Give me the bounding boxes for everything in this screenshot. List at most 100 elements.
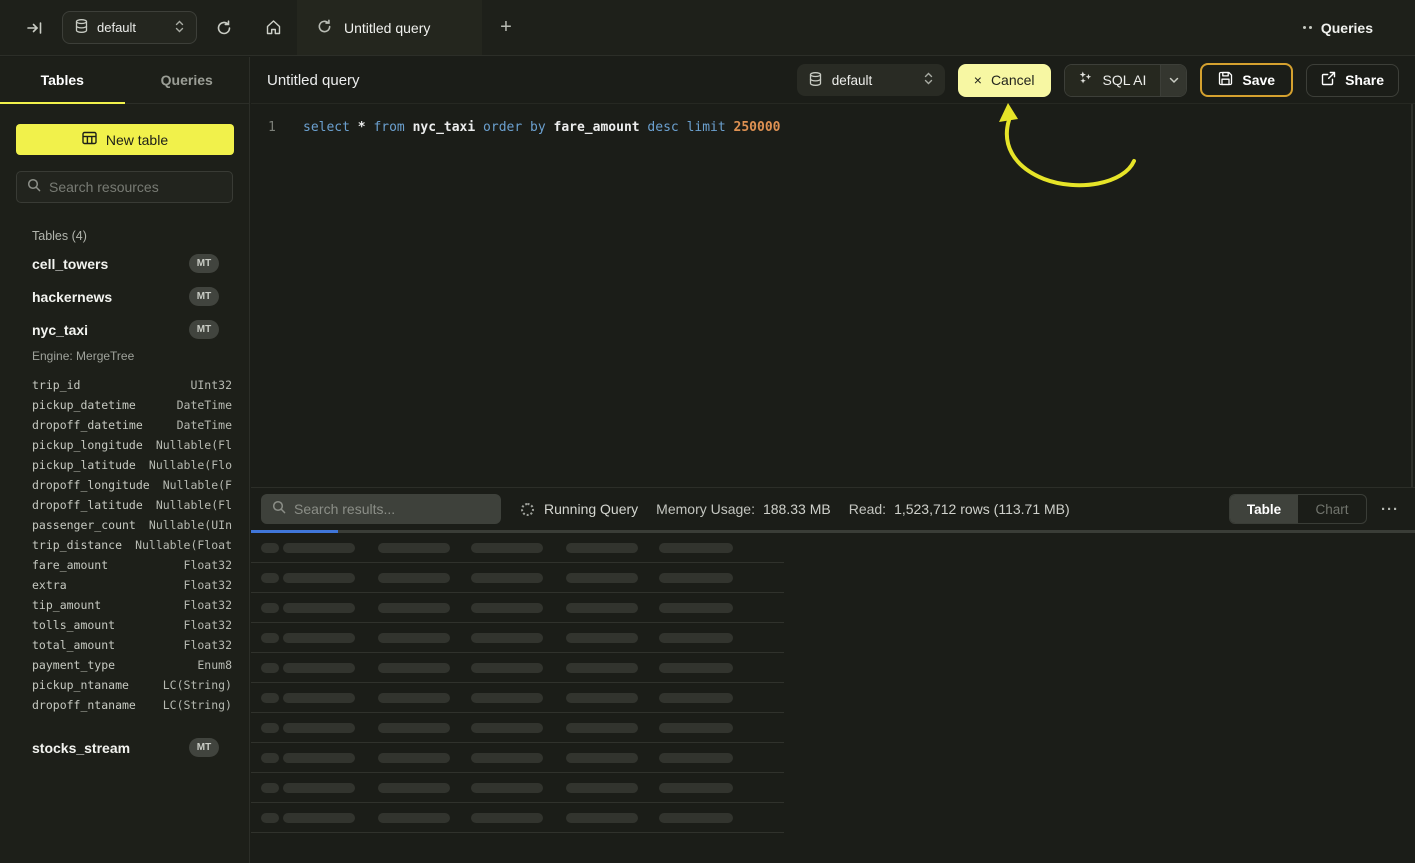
share-button[interactable]: Share — [1306, 64, 1399, 97]
skeleton-cell — [261, 603, 279, 613]
column-name: trip_id — [32, 378, 80, 392]
tables-list: cell_towersMThackernewsMTnyc_taxiMTEngin… — [0, 247, 249, 764]
save-icon — [1218, 71, 1233, 89]
engine-badge: MT — [189, 287, 219, 306]
column-row: dropoff_latitudeNullable(Fl — [0, 495, 249, 515]
sidebar-tab-tables[interactable]: Tables — [0, 57, 125, 103]
column-row: trip_idUInt32 — [0, 375, 249, 395]
database-icon — [75, 19, 88, 36]
skeleton-cell — [566, 633, 638, 643]
search-resources-input[interactable] — [49, 179, 230, 195]
save-button[interactable]: Save — [1200, 63, 1293, 97]
table-name: cell_towers — [32, 256, 108, 272]
skeleton-cell — [261, 573, 279, 583]
search-resources[interactable] — [16, 171, 233, 203]
skeleton-cell — [659, 813, 733, 823]
sidebar-tab-queries[interactable]: Queries — [125, 57, 250, 103]
table-row-stocks_stream[interactable]: stocks_stream MT — [0, 731, 249, 764]
column-name: tolls_amount — [32, 618, 115, 632]
skeleton-cell — [471, 633, 543, 643]
sql-ai-label: SQL AI — [1103, 72, 1147, 88]
skeleton-cell — [283, 783, 355, 793]
skeleton-cell — [659, 783, 733, 793]
table-row-cell_towers[interactable]: cell_towers MT — [0, 247, 249, 280]
skeleton-cell — [566, 693, 638, 703]
sql-ai-button[interactable]: SQL AI — [1064, 64, 1188, 97]
table-name: nyc_taxi — [32, 322, 88, 338]
database-selector[interactable]: default — [62, 11, 197, 44]
column-name: dropoff_datetime — [32, 418, 143, 432]
sql-token: limit — [687, 120, 726, 135]
table-row-nyc_taxi[interactable]: nyc_taxi MT — [0, 313, 249, 346]
query-database-selector[interactable]: default — [797, 64, 945, 96]
tab-label: Untitled query — [344, 20, 430, 36]
new-tab-button[interactable]: + — [482, 0, 530, 55]
skeleton-cell — [378, 813, 450, 823]
skeleton-cell — [659, 633, 733, 643]
more-options-icon[interactable]: ··· — [1379, 501, 1401, 518]
cancel-button[interactable]: × Cancel — [958, 64, 1051, 97]
sql-ai-main[interactable]: SQL AI — [1065, 65, 1161, 96]
column-name: pickup_ntaname — [32, 678, 129, 692]
skeleton-cell — [261, 783, 279, 793]
column-type: Float32 — [184, 638, 232, 652]
results-toolbar: Running Query Memory Usage: 188.33 MB Re… — [251, 488, 1415, 530]
view-toggle: Table Chart — [1229, 494, 1367, 524]
sql-editor[interactable]: 1select * from nyc_taxi order by fare_am… — [251, 104, 1415, 487]
skeleton-cell — [659, 723, 733, 733]
sql-ai-dropdown-button[interactable] — [1160, 65, 1186, 96]
collapse-sidebar-icon[interactable] — [22, 15, 48, 41]
view-toggle-chart[interactable]: Chart — [1298, 495, 1366, 523]
results-panel: Running Query Memory Usage: 188.33 MB Re… — [251, 487, 1415, 833]
sql-token: order — [483, 120, 522, 135]
read-value: 1,523,712 rows (113.71 MB) — [894, 501, 1070, 517]
home-button[interactable] — [250, 0, 297, 55]
skeleton-cell — [566, 603, 638, 613]
search-results-input[interactable] — [294, 501, 490, 517]
column-row: dropoff_datetimeDateTime — [0, 415, 249, 435]
skeleton-row — [251, 533, 784, 563]
column-type: Nullable(Fl — [156, 438, 232, 452]
sql-token: 250000 — [734, 120, 781, 135]
table-row-hackernews[interactable]: hackernewsMT — [0, 280, 249, 313]
sparkle-icon — [1079, 71, 1094, 89]
column-type: Float32 — [184, 618, 232, 632]
column-type: Float32 — [184, 558, 232, 572]
skeleton-cell — [261, 543, 279, 553]
engine-badge: MT — [189, 254, 219, 273]
skeleton-cell — [471, 813, 543, 823]
sql-token: from — [373, 120, 404, 135]
sql-token: select — [303, 120, 350, 135]
skeleton-row — [251, 623, 784, 653]
skeleton-cell — [283, 693, 355, 703]
refresh-icon[interactable] — [211, 15, 237, 41]
column-type: Nullable(F — [163, 478, 232, 492]
column-row: total_amountFloat32 — [0, 635, 249, 655]
skeleton-cell — [566, 723, 638, 733]
engine-badge: MT — [189, 320, 219, 339]
column-row: payment_typeEnum8 — [0, 655, 249, 675]
column-name: passenger_count — [32, 518, 136, 532]
memory-usage-value: 188.33 MB — [763, 501, 831, 517]
view-toggle-table[interactable]: Table — [1230, 495, 1298, 523]
tab-untitled-query[interactable]: Untitled query — [297, 0, 482, 55]
search-results[interactable] — [261, 494, 501, 524]
sql-code-line: select * from nyc_taxi order by fare_amo… — [303, 120, 781, 135]
queries-link[interactable]: Queries — [1303, 20, 1373, 36]
skeleton-cell — [261, 753, 279, 763]
engine-badge: MT — [189, 738, 219, 757]
table-name: stocks_stream — [32, 740, 130, 756]
skeleton-cell — [378, 603, 450, 613]
search-icon — [272, 500, 286, 519]
column-name: extra — [32, 578, 67, 592]
database-selector-value: default — [97, 20, 166, 35]
sidebar-tabs: Tables Queries — [0, 57, 249, 104]
new-table-button[interactable]: New table — [16, 124, 234, 155]
skeleton-cell — [261, 693, 279, 703]
editor-scrollbar[interactable] — [1411, 104, 1413, 487]
database-icon — [809, 72, 822, 89]
skeleton-row — [251, 683, 784, 713]
skeleton-row — [251, 593, 784, 623]
column-name: dropoff_ntaname — [32, 698, 136, 712]
skeleton-cell — [471, 603, 543, 613]
